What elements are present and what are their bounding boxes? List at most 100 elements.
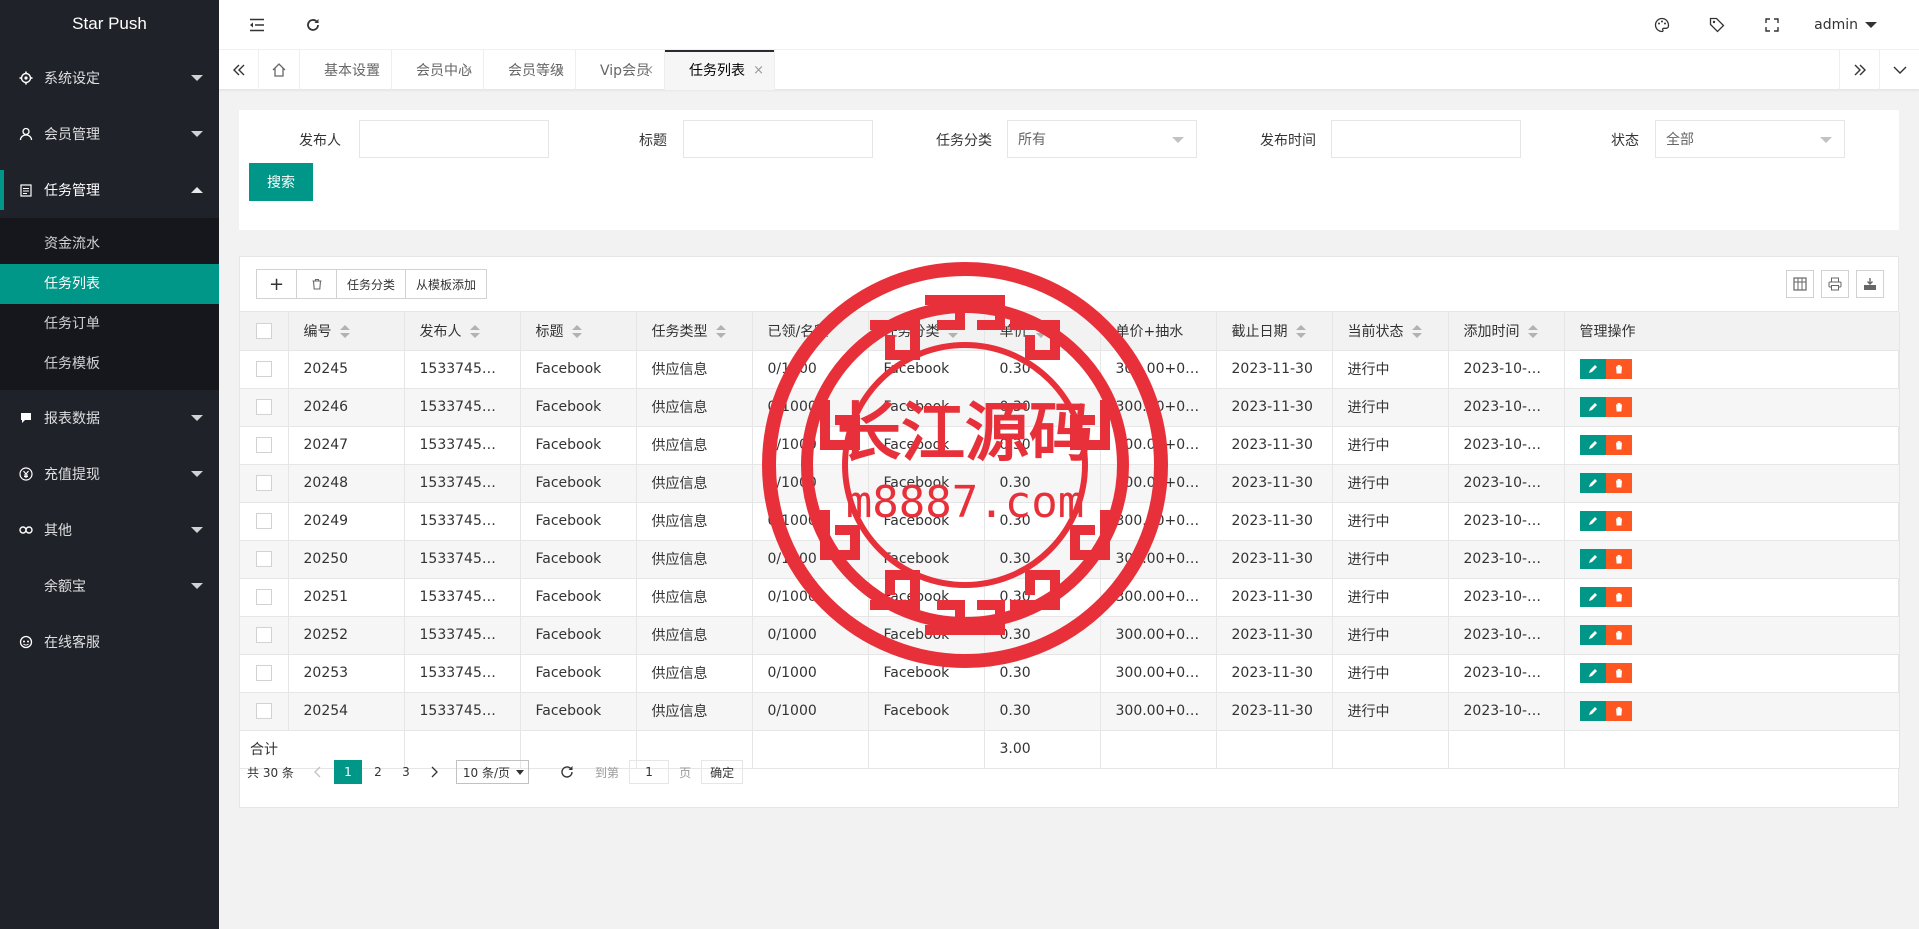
edit-button[interactable] [1579,701,1606,721]
col-header-task-category[interactable]: 任务分类 [868,312,985,351]
sidebar-item-reports[interactable]: 报表数据 [0,390,219,446]
col-header-task-type[interactable]: 任务类型 [636,312,753,351]
edit-button[interactable] [1579,473,1606,493]
sidebar-item-recharge-withdraw[interactable]: 充值提现 [0,446,219,502]
sidebar-item-yuebao[interactable]: 余额宝 [0,558,219,614]
refresh-button[interactable] [293,0,333,50]
publisher-input[interactable] [359,120,549,158]
sidebar-item-online-support[interactable]: 在线客服 [0,614,219,670]
sidebar-item-task-management[interactable]: 任务管理 [0,162,219,218]
theme-button[interactable] [1642,0,1682,50]
tab-vip-member[interactable]: Vip会员 × [576,50,665,90]
add-button[interactable]: + [257,270,297,298]
tab-basic-settings[interactable]: 基本设置 × [300,50,392,90]
page-button-3[interactable]: 3 [394,760,418,784]
delete-row-button[interactable] [1605,359,1632,379]
delete-row-button[interactable] [1605,511,1632,531]
sort-icon[interactable] [715,324,726,339]
sidebar-item-other[interactable]: 其他 [0,502,219,558]
delete-row-button[interactable] [1605,435,1632,455]
row-checkbox[interactable] [255,361,272,377]
edit-button[interactable] [1579,625,1606,645]
page-button-2[interactable]: 2 [366,760,390,784]
edit-button[interactable] [1579,359,1606,379]
prev-page-button[interactable] [306,760,330,784]
title-input[interactable] [683,120,873,158]
col-header-id[interactable]: 编号 [288,312,405,351]
col-header-created-at[interactable]: 添加时间 [1448,312,1565,351]
page-size-select[interactable]: 10 条/页 [455,760,530,784]
sidebar-item-system-settings[interactable]: 系统设定 [0,50,219,106]
print-button[interactable] [1821,270,1849,298]
row-checkbox[interactable] [255,475,272,491]
sort-icon[interactable] [947,324,958,339]
tab-task-list[interactable]: 任务列表 × [665,50,775,90]
row-checkbox[interactable] [255,703,272,719]
search-button[interactable]: 搜索 [249,163,313,201]
column-filter-button[interactable] [1786,270,1814,298]
col-header-unit-price[interactable]: 单价 [984,312,1101,351]
goto-page-input[interactable]: 1 [629,760,670,784]
delete-row-button[interactable] [1605,587,1632,607]
sort-icon[interactable] [1295,324,1306,339]
sort-icon[interactable] [571,324,582,339]
sort-icon[interactable] [1527,324,1538,339]
fullscreen-button[interactable] [1752,0,1792,50]
close-icon[interactable]: × [753,63,764,78]
close-icon[interactable]: × [462,63,473,78]
delete-row-button[interactable] [1605,397,1632,417]
app-logo[interactable]: Star Push [0,0,219,50]
delete-row-button[interactable] [1605,663,1632,683]
goto-confirm-button[interactable]: 确定 [701,760,744,784]
tab-member-center[interactable]: 会员中心 × [392,50,484,90]
select-all-checkbox[interactable] [255,322,272,339]
row-checkbox[interactable] [255,589,272,605]
sidebar-subitem-task-templates[interactable]: 任务模板 [0,344,219,384]
page-button-1[interactable]: 1 [333,760,362,784]
refresh-page-button[interactable] [555,760,579,784]
edit-button[interactable] [1579,587,1606,607]
add-from-template-button[interactable]: 从模板添加 [406,270,486,298]
sort-icon[interactable] [1411,324,1422,339]
delete-row-button[interactable] [1605,549,1632,569]
publish-time-input[interactable] [1331,120,1521,158]
user-menu[interactable]: admin [1814,0,1877,50]
tab-member-level[interactable]: 会员等级 × [484,50,576,90]
sidebar-subitem-fund-flow[interactable]: 资金流水 [0,224,219,264]
category-select[interactable]: 所有 [1007,120,1197,158]
export-button[interactable] [1856,270,1884,298]
close-icon[interactable]: × [643,63,654,78]
delete-row-button[interactable] [1605,701,1632,721]
status-select[interactable]: 全部 [1655,120,1845,158]
col-header-publisher[interactable]: 发布人 [404,312,521,351]
tabs-menu-button[interactable] [1879,50,1919,90]
delete-row-button[interactable] [1605,625,1632,645]
sidebar-item-member-management[interactable]: 会员管理 [0,106,219,162]
edit-button[interactable] [1579,663,1606,683]
sort-icon[interactable] [469,324,480,339]
tabs-scroll-right-button[interactable] [1839,50,1879,90]
row-checkbox[interactable] [255,513,272,529]
row-checkbox[interactable] [255,665,272,681]
row-checkbox[interactable] [255,399,272,415]
collapse-menu-button[interactable] [237,0,277,50]
close-icon[interactable]: × [370,63,381,78]
sort-icon[interactable] [339,324,350,339]
row-checkbox[interactable] [255,627,272,643]
edit-button[interactable] [1579,397,1606,417]
delete-row-button[interactable] [1605,473,1632,493]
col-header-status[interactable]: 当前状态 [1332,312,1449,351]
notes-button[interactable] [1697,0,1737,50]
col-header-deadline[interactable]: 截止日期 [1216,312,1333,351]
task-category-button[interactable]: 任务分类 [337,270,407,298]
row-checkbox[interactable] [255,551,272,567]
close-icon[interactable]: × [554,63,565,78]
edit-button[interactable] [1579,549,1606,569]
edit-button[interactable] [1579,435,1606,455]
tab-home[interactable] [259,50,300,90]
sort-icon[interactable] [1035,324,1046,339]
sidebar-subitem-task-list[interactable]: 任务列表 [0,264,219,304]
next-page-button[interactable] [422,760,446,784]
col-header-title[interactable]: 标题 [520,312,637,351]
delete-button[interactable] [297,270,337,298]
